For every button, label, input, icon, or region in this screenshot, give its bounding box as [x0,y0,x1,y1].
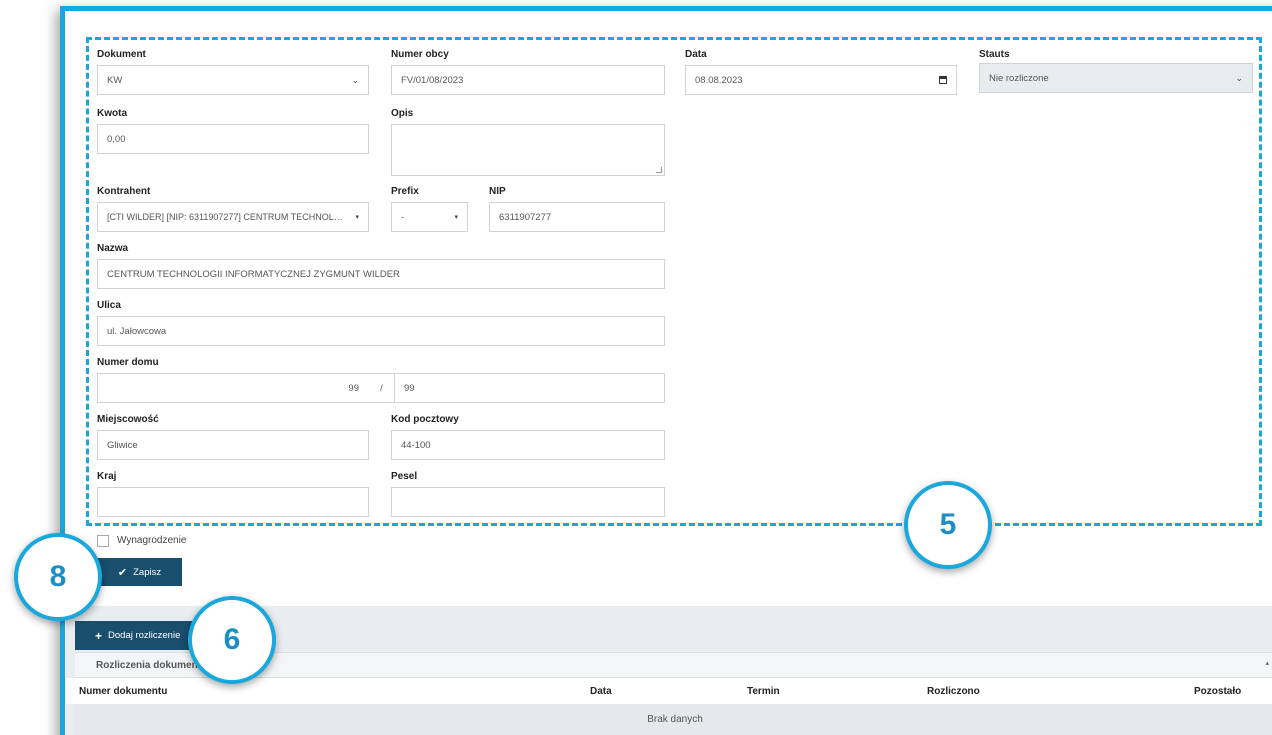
numer-obcy-value: FV/01/08/2023 [401,74,464,86]
wynagrodzenie-label: Wynagrodzenie [117,535,187,546]
chevron-down-icon: ⌄ [1235,72,1243,83]
miejscowosc-label: Miejscowość [97,414,159,425]
add-settlement-label: Dodaj rozliczenie [108,630,181,641]
status-select[interactable]: Nie rozliczone ⌄ [979,63,1253,93]
column-header[interactable]: Termin [747,686,780,697]
kraj-label: Kraj [97,471,117,482]
data-label: Data [685,49,707,60]
nip-input[interactable]: 6311907277 [489,202,665,232]
check-icon: ✔ [117,566,128,579]
data-date-input[interactable]: 08.08.2023 [685,65,957,95]
numer-domu-input[interactable]: 99 [97,373,369,403]
numer-obcy-input[interactable]: FV/01/08/2023 [391,65,665,95]
kwota-input[interactable]: 0,00 [97,124,369,154]
prefix-select[interactable]: - ▾ [391,202,468,232]
miejscowosc-value: Gliwice [107,439,138,451]
opis-textarea[interactable] [391,124,665,176]
ulica-label: Ulica [97,300,121,311]
status-label: Stauts [979,49,1010,60]
kwota-label: Kwota [97,108,127,119]
caret-down-icon: ▾ [355,214,359,221]
numer-domu-label: Numer domu [97,357,159,368]
nazwa-label: Nazwa [97,243,129,254]
prefix-label: Prefix [391,186,419,197]
callout-badge-8: 8 [14,533,102,621]
kod-pocztowy-input[interactable]: 44-100 [391,430,665,460]
document-form [66,12,1272,612]
chevron-down-icon: ⌄ [351,74,359,85]
dokument-select[interactable]: KW ⌄ [97,65,369,95]
caret-up-icon[interactable]: ▴ [1265,659,1269,667]
settlements-panel-title: Rozliczenia dokumentu [96,660,208,671]
numer-lokalu-input[interactable]: 99 [394,373,665,403]
kontrahent-select[interactable]: [CTI WILDER] [NIP: 6311907277] CENTRUM T… [97,202,369,232]
dokument-value: KW [107,74,123,86]
kwota-value: 0,00 [107,133,126,145]
nazwa-input[interactable]: CENTRUM TECHNOLOGII INFORMATYCZNEJ ZYGMU… [97,259,665,289]
kontrahent-value: [CTI WILDER] [NIP: 6311907277] CENTRUM T… [107,212,350,222]
numer-obcy-label: Numer obcy [391,49,449,60]
column-header[interactable]: Pozostało [1194,686,1241,697]
callout-badge-5: 5 [904,481,992,569]
ulica-value: ul. Jałowcowa [107,325,167,337]
pesel-label: Pesel [391,471,418,482]
callout-badge-6: 6 [188,596,276,684]
kod-pocztowy-label: Kod pocztowy [391,414,459,425]
nazwa-value: CENTRUM TECHNOLOGII INFORMATYCZNEJ ZYGMU… [107,268,400,280]
miejscowosc-input[interactable]: Gliwice [97,430,369,460]
kontrahent-label: Kontrahent [97,186,151,197]
dokument-label: Dokument [97,49,146,60]
numer-domu-separator: / [368,373,395,403]
kraj-input[interactable] [97,487,369,517]
numer-lokalu-value: 99 [404,382,415,394]
save-button[interactable]: ✔ Zapisz [97,558,182,586]
kod-pocztowy-value: 44-100 [401,439,431,451]
data-value: 08.08.2023 [695,74,743,86]
column-header[interactable]: Numer dokumentu [79,686,167,697]
opis-label: Opis [391,108,414,119]
ulica-input[interactable]: ul. Jałowcowa [97,316,665,346]
plus-icon: + [95,628,103,643]
caret-down-icon: ▾ [454,214,458,221]
column-header[interactable]: Rozliczono [927,686,980,697]
status-value: Nie rozliczone [989,72,1049,84]
nip-label: NIP [489,186,506,197]
empty-table-row: Brak danych [75,704,1272,735]
nip-value: 6311907277 [499,211,552,223]
empty-table-text: Brak danych [647,714,703,725]
save-button-label: Zapisz [133,566,162,578]
numer-domu-value: 99 [348,382,359,394]
calendar-icon[interactable] [939,76,947,84]
prefix-value: - [401,211,405,223]
resize-handle-icon[interactable] [656,167,662,173]
add-settlement-button[interactable]: + Dodaj rozliczenie [75,621,195,650]
wynagrodzenie-checkbox[interactable] [97,535,109,547]
settlements-table-header: Numer dokumentu Data Termin Rozliczono P… [66,678,1272,704]
pesel-input[interactable] [391,487,665,517]
column-header[interactable]: Data [590,686,612,697]
